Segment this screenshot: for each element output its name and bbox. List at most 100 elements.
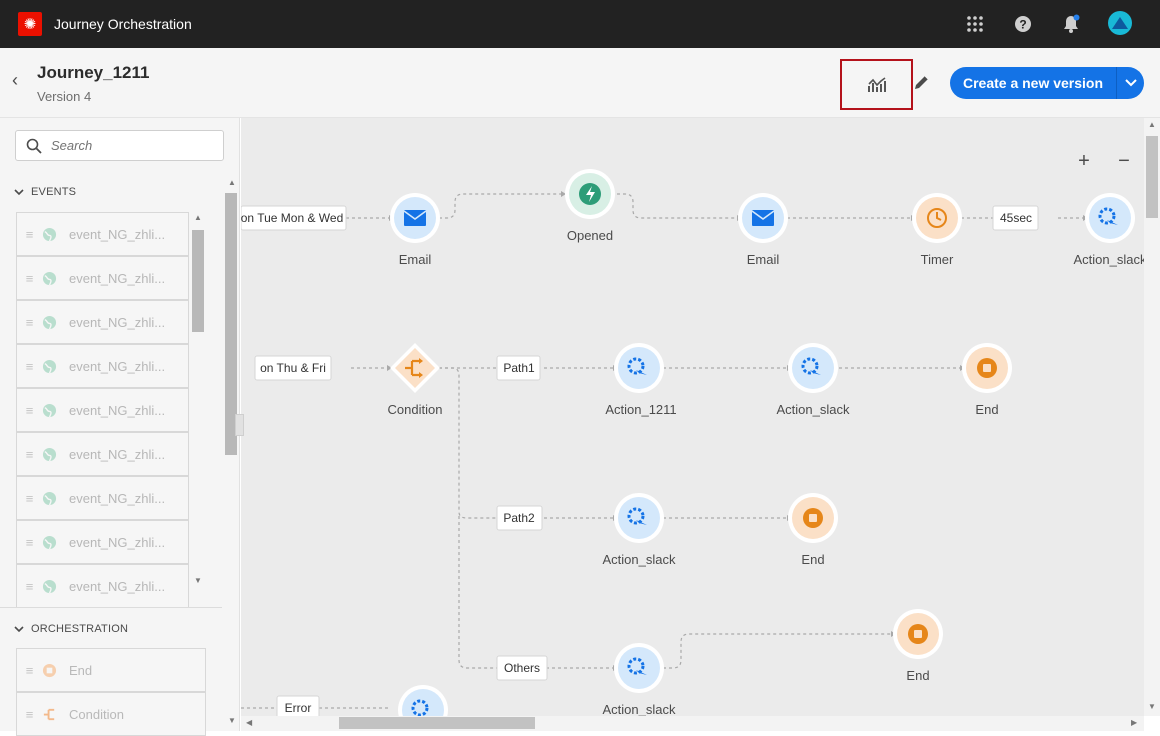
list-item[interactable]: ≡ event_NG_zhli...: [16, 432, 189, 476]
events-list-scrollbar[interactable]: ▲ ▼: [191, 212, 204, 590]
search-input[interactable]: [51, 131, 217, 160]
event-label: event_NG_zhli...: [69, 446, 166, 462]
list-item[interactable]: ≡ Condition: [16, 692, 206, 736]
email-icon: [403, 210, 427, 226]
drag-handle-icon[interactable]: ≡: [17, 315, 42, 330]
sidebar-scrollbar[interactable]: ▲ ▼: [224, 178, 238, 728]
svg-text:Action_slack: Action_slack: [603, 702, 676, 716]
avatar[interactable]: [1108, 11, 1132, 35]
action-node[interactable]: Action_slack: [603, 493, 676, 567]
list-item[interactable]: ≡ event_NG_zhli...: [16, 300, 189, 344]
adobe-logo-icon: ✺: [18, 12, 42, 36]
scroll-down-arrow-icon[interactable]: ▼: [194, 576, 202, 585]
help-icon[interactable]: ?: [1012, 13, 1034, 35]
journey-canvas[interactable]: on Tue Mon & Wed 45sec on Thu & Fri Path…: [241, 118, 1144, 716]
action-node[interactable]: Action_slack: [777, 343, 850, 417]
drag-handle-icon[interactable]: ≡: [17, 271, 42, 286]
svg-text:End: End: [906, 668, 929, 683]
end-node[interactable]: End: [962, 343, 1012, 417]
condition-node[interactable]: Condition: [388, 343, 443, 417]
canvas-horizontal-scrollbar[interactable]: ◀ ▶: [241, 716, 1144, 731]
edge-label[interactable]: Others: [496, 655, 548, 681]
end-icon: [42, 663, 57, 677]
drag-handle-icon[interactable]: ≡: [17, 707, 42, 722]
back-chevron-icon[interactable]: ‹: [12, 70, 18, 91]
canvas-vertical-scrollbar[interactable]: ▲ ▼: [1144, 118, 1160, 716]
list-item[interactable]: ≡ event_NG_zhli...: [16, 388, 189, 432]
list-item[interactable]: ≡ event_NG_zhli...: [16, 344, 189, 388]
list-item[interactable]: ≡ event_NG_zhli...: [16, 564, 189, 608]
email-icon: [751, 210, 775, 226]
orchestration-label: Condition: [69, 706, 124, 722]
event-label: event_NG_zhli...: [69, 314, 166, 330]
apps-grid-icon[interactable]: [964, 13, 986, 35]
drag-handle-icon[interactable]: ≡: [17, 579, 42, 594]
svg-text:Condition: Condition: [388, 402, 443, 417]
panel-resize-handle[interactable]: [235, 414, 244, 436]
drag-handle-icon[interactable]: ≡: [17, 227, 42, 242]
scroll-up-arrow-icon[interactable]: ▲: [1148, 120, 1156, 129]
orchestration-section-header[interactable]: ORCHESTRATION: [14, 623, 128, 635]
list-item[interactable]: ≡ End: [16, 648, 206, 692]
scroll-down-arrow-icon[interactable]: ▼: [1148, 702, 1156, 711]
scroll-down-arrow-icon[interactable]: ▼: [228, 716, 236, 725]
svg-text:Others: Others: [504, 661, 540, 675]
zoom-out-button[interactable]: −: [1118, 150, 1130, 172]
svg-text:End: End: [801, 552, 824, 567]
scrollbar-thumb[interactable]: [339, 717, 535, 729]
drag-handle-icon[interactable]: ≡: [17, 663, 42, 678]
edge-label[interactable]: on Tue Mon & Wed: [241, 205, 347, 231]
drag-handle-icon[interactable]: ≡: [17, 491, 42, 506]
edge-label[interactable]: 45sec: [992, 205, 1039, 231]
zoom-in-button[interactable]: +: [1078, 150, 1090, 172]
edge-label[interactable]: Path1: [496, 355, 541, 381]
create-version-dropdown-button[interactable]: [1116, 67, 1144, 99]
svg-text:?: ?: [1019, 17, 1026, 31]
events-section-header[interactable]: EVENTS: [14, 186, 76, 198]
end-node[interactable]: End: [893, 609, 943, 683]
notifications-icon[interactable]: [1060, 13, 1082, 35]
top-bar: ✺ Journey Orchestration ?: [0, 0, 1160, 48]
list-item[interactable]: ≡ event_NG_zhli...: [16, 256, 189, 300]
scroll-left-arrow-icon[interactable]: ◀: [246, 718, 252, 727]
drag-handle-icon[interactable]: ≡: [17, 535, 42, 550]
list-item[interactable]: ≡ event_NG_zhli...: [16, 520, 189, 564]
event-label: event_NG_zhli...: [69, 402, 166, 418]
edit-pencil-button[interactable]: [912, 72, 932, 92]
event-label: event_NG_zhli...: [69, 490, 166, 506]
list-item[interactable]: ≡ event_NG_zhli...: [16, 476, 189, 520]
edge-label[interactable]: Path2: [496, 505, 543, 531]
email-node[interactable]: Email: [390, 193, 440, 267]
opened-event-node[interactable]: Opened: [565, 169, 615, 243]
timer-node[interactable]: Timer: [912, 193, 962, 267]
event-label: event_NG_zhli...: [69, 578, 166, 594]
drag-handle-icon[interactable]: ≡: [17, 447, 42, 462]
report-button[interactable]: [840, 59, 913, 110]
end-node[interactable]: End: [788, 493, 838, 567]
action-node[interactable]: Action_slack: [1074, 193, 1144, 267]
section-divider: [0, 607, 222, 608]
edge-label[interactable]: Error: [276, 695, 320, 716]
scroll-up-arrow-icon[interactable]: ▲: [228, 178, 236, 187]
svg-text:on Thu & Fri: on Thu & Fri: [260, 361, 326, 375]
event-label: event_NG_zhli...: [69, 358, 166, 374]
list-item[interactable]: ≡ event_NG_zhli...: [16, 212, 189, 256]
event-label: event_NG_zhli...: [69, 534, 166, 550]
email-node[interactable]: Email: [738, 193, 788, 267]
action-node[interactable]: Action_slack: [603, 643, 676, 716]
action-node[interactable]: [398, 685, 448, 716]
create-new-version-button[interactable]: Create a new version: [950, 67, 1116, 99]
scroll-right-arrow-icon[interactable]: ▶: [1131, 718, 1137, 727]
scroll-up-arrow-icon[interactable]: ▲: [194, 213, 202, 222]
report-chart-icon: [867, 76, 886, 92]
drag-handle-icon[interactable]: ≡: [17, 359, 42, 374]
globe-icon: [42, 579, 57, 593]
scrollbar-thumb[interactable]: [192, 230, 204, 332]
connectors: [241, 193, 1083, 709]
scrollbar-thumb[interactable]: [1146, 136, 1158, 218]
drag-handle-icon[interactable]: ≡: [17, 403, 42, 418]
action-node[interactable]: Action_1211: [605, 343, 677, 417]
globe-icon: [42, 535, 57, 549]
edge-label[interactable]: on Thu & Fri: [254, 355, 332, 381]
chevron-down-icon: [14, 188, 24, 195]
